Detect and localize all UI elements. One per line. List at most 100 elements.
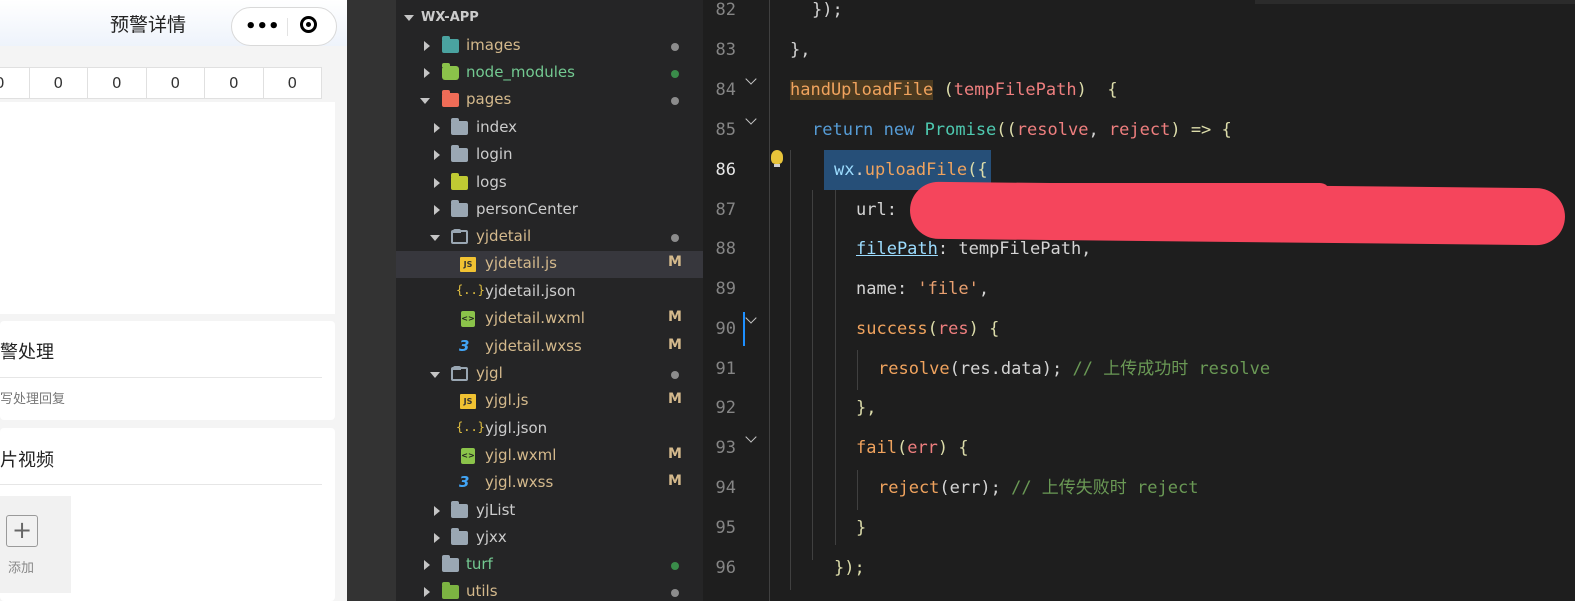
- tree-item-images[interactable]: images: [396, 33, 703, 60]
- explorer-root[interactable]: WX-APP: [396, 5, 703, 32]
- code-token: ,: [978, 279, 990, 299]
- media-card-title: 片视频: [0, 450, 54, 471]
- line-number: 91: [715, 359, 736, 379]
- folder-node-icon: [442, 63, 459, 80]
- code-token: ) {: [1076, 80, 1118, 100]
- handle-card-title: 警处理: [0, 342, 54, 363]
- tree-item-yjdetail-wxml[interactable]: <> yjdetail.wxml M: [396, 306, 703, 333]
- code-line-92: },: [856, 388, 876, 428]
- chevron-down-icon: [404, 15, 414, 21]
- tree-item-personcenter[interactable]: personCenter: [396, 197, 703, 224]
- tree-item-label: index: [476, 118, 518, 136]
- mini-program-capsule: •••: [231, 7, 337, 46]
- stat-cell: 0: [147, 68, 205, 98]
- tree-item-turf[interactable]: turf: [396, 552, 703, 579]
- tree-item-login[interactable]: login: [396, 142, 703, 169]
- fold-chevron-icon[interactable]: [746, 435, 756, 445]
- line-number: 90: [715, 319, 736, 339]
- modified-badge: M: [668, 446, 682, 462]
- fold-chevron-icon[interactable]: [746, 316, 756, 326]
- tree-item-yjdetail-json[interactable]: {..} yjdetail.json: [396, 279, 703, 306]
- tree-item-label: utils: [466, 582, 498, 600]
- line-number: 87: [715, 200, 736, 220]
- tree-item-label: yjgl.wxss: [485, 473, 554, 491]
- status-dot: [671, 43, 679, 51]
- plus-icon[interactable]: +: [6, 515, 38, 547]
- tree-item-yjdetail-js[interactable]: JS yjdetail.js M: [396, 251, 703, 278]
- code-token: ,: [1088, 120, 1109, 140]
- tree-item-pages[interactable]: pages: [396, 87, 703, 114]
- tree-item-index[interactable]: index: [396, 115, 703, 142]
- tree-item-yjgl[interactable]: yjgl: [396, 361, 703, 388]
- editor-scrollbar[interactable]: [1255, 0, 1575, 4]
- function-name: fail: [856, 438, 897, 458]
- indent-guide: [857, 470, 858, 510]
- tree-item-yjgl-wxss[interactable]: 3 yjgl.wxss M: [396, 470, 703, 497]
- tree-item-label: yjgl.js: [485, 391, 529, 409]
- chevron-down-icon: [430, 235, 440, 241]
- property-key: url:: [856, 200, 897, 220]
- tree-item-label: yjdetail.wxml: [485, 309, 585, 327]
- status-dot: [671, 234, 679, 242]
- tree-item-yjxx[interactable]: yjxx: [396, 525, 703, 552]
- chevron-right-icon: [424, 560, 430, 570]
- folder-icon: [451, 501, 468, 518]
- reply-textarea[interactable]: 写处理回复: [0, 388, 65, 407]
- code-token: });: [812, 0, 843, 20]
- folder-icon: [451, 200, 468, 217]
- keyword: return: [812, 120, 874, 140]
- tree-item-label: yjList: [476, 501, 516, 519]
- code-token: },: [856, 398, 877, 418]
- chevron-right-icon: [434, 533, 440, 543]
- fold-chevron-icon[interactable]: [746, 77, 756, 87]
- line-number: 96: [715, 558, 736, 578]
- code-token: ) {: [968, 319, 1000, 339]
- modified-badge: M: [668, 473, 682, 489]
- folder-icon: [451, 528, 468, 545]
- folder-open-icon: [451, 366, 468, 381]
- tree-item-yjdetail-wxss[interactable]: 3 yjdetail.wxss M: [396, 334, 703, 361]
- code-token: });: [834, 558, 865, 578]
- type-name: Promise: [924, 120, 997, 140]
- code-token: .: [854, 160, 865, 180]
- tree-item-label: yjgl.wxml: [485, 446, 557, 464]
- tree-item-label: yjxx: [476, 528, 507, 546]
- code-line-95: }: [856, 508, 866, 548]
- modified-badge: M: [668, 309, 682, 325]
- line-number: 89: [715, 279, 736, 299]
- function-name: uploadFile: [864, 160, 968, 180]
- line-number: 95: [715, 518, 736, 538]
- code-token: ) => {: [1170, 120, 1232, 140]
- upload-label: 添加: [8, 561, 35, 576]
- folder-icon: [451, 145, 468, 162]
- divider: [0, 484, 322, 485]
- code-line-83: },: [790, 30, 810, 70]
- tree-item-node-modules[interactable]: node_modules: [396, 60, 703, 87]
- folder-logs-icon: [451, 173, 468, 190]
- chevron-right-icon: [434, 506, 440, 516]
- tree-item-utils[interactable]: utils: [396, 579, 703, 601]
- folder-icon: [442, 555, 459, 572]
- status-dot: [671, 97, 679, 105]
- tree-item-yjgl-wxml[interactable]: <> yjgl.wxml M: [396, 443, 703, 470]
- tree-item-yjlist[interactable]: yjList: [396, 498, 703, 525]
- tree-item-yjgl-json[interactable]: {..} yjgl.json: [396, 416, 703, 443]
- tree-item-label: node_modules: [466, 63, 575, 81]
- chevron-down-icon: [430, 372, 440, 378]
- close-target-icon[interactable]: [300, 16, 317, 33]
- line-number: 82: [715, 0, 736, 20]
- tree-item-yjgl-js[interactable]: JS yjgl.js M: [396, 388, 703, 415]
- fold-chevron-icon[interactable]: [746, 117, 756, 127]
- tree-item-yjdetail[interactable]: yjdetail: [396, 224, 703, 251]
- code-comment: // 上传成功时 resolve: [1072, 359, 1271, 379]
- code-line-90: success(res) {: [856, 309, 999, 349]
- wxss-file-icon: 3: [459, 473, 470, 491]
- line-number: 94: [715, 478, 736, 498]
- more-icon[interactable]: •••: [245, 16, 280, 37]
- tree-item-label: yjdetail.wxss: [485, 337, 582, 355]
- lightbulb-icon[interactable]: [771, 150, 783, 167]
- status-dot: [671, 562, 679, 570]
- code-line-87: url:: [856, 190, 897, 230]
- stat-cell: 0: [30, 68, 88, 98]
- tree-item-logs[interactable]: logs: [396, 170, 703, 197]
